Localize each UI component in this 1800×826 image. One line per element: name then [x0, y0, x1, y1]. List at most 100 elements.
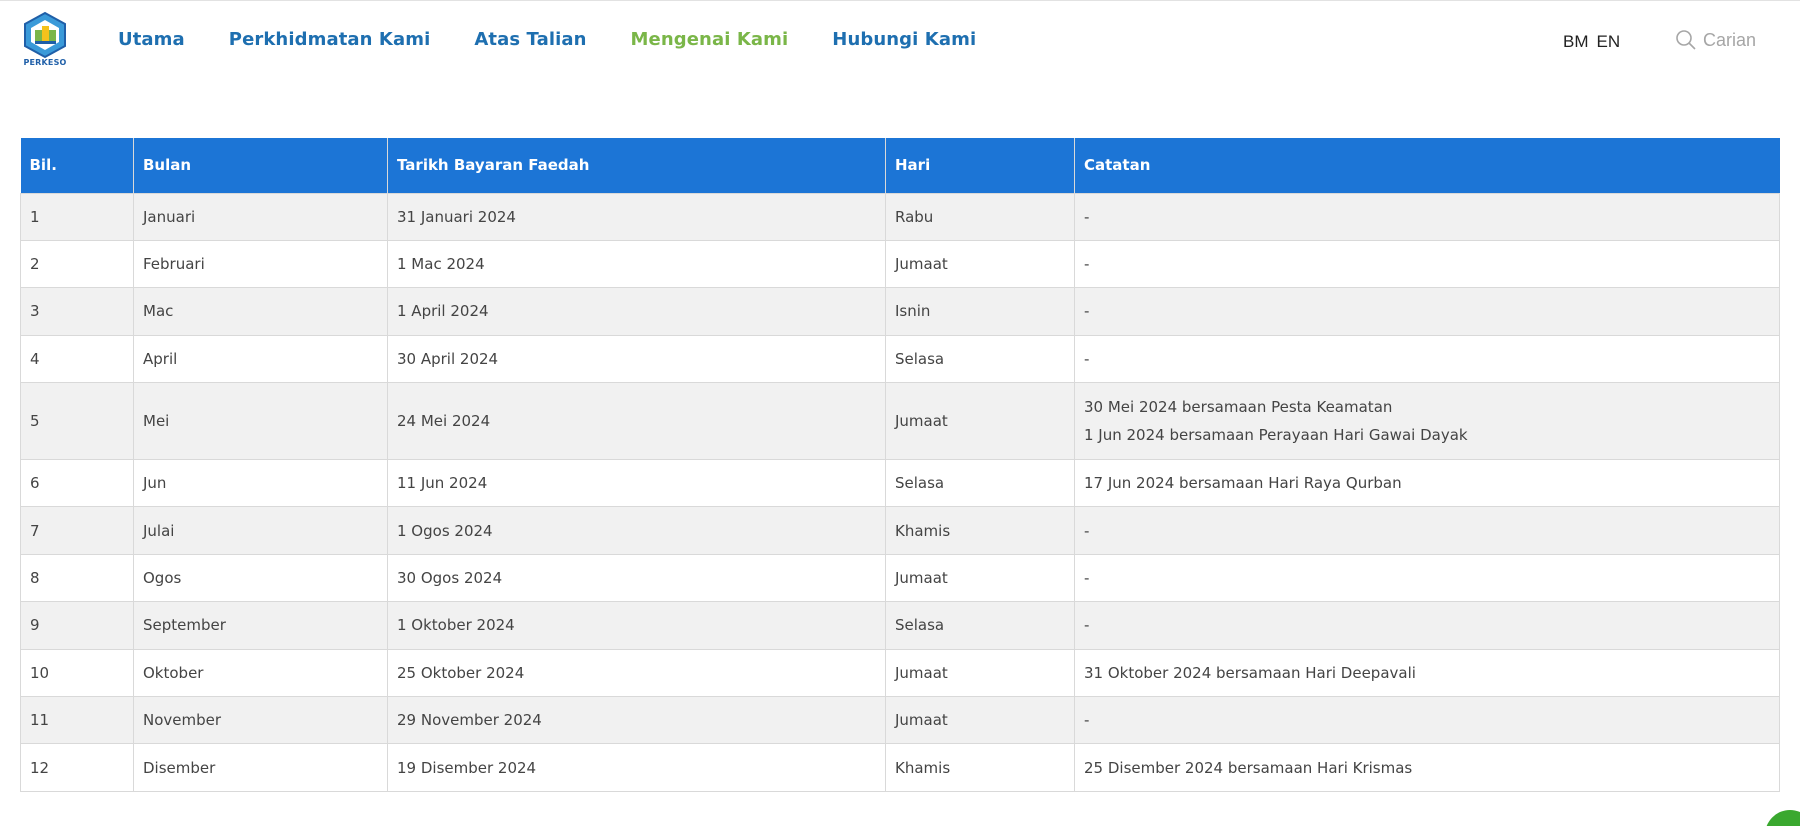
cell-hari: Khamis [885, 743, 1075, 792]
payment-schedule-table: Bil. Bulan Tarikh Bayaran Faedah Hari Ca… [20, 138, 1780, 792]
cell-catatan: - [1074, 287, 1780, 336]
cell-bil: 8 [20, 553, 134, 603]
cell-hari: Selasa [885, 334, 1075, 384]
cell-bulan: Disember [133, 743, 388, 792]
cell-hari: Jumaat [885, 382, 1075, 461]
catatan-line: - [1084, 521, 1090, 540]
catatan-line: - [1084, 207, 1090, 226]
cell-catatan: - [1074, 601, 1780, 650]
cell-catatan: - [1074, 192, 1780, 241]
logo-emblem-icon [24, 11, 66, 59]
cell-catatan: 25 Disember 2024 bersamaan Hari Krismas [1074, 743, 1780, 792]
catatan-line: - [1084, 302, 1090, 321]
table-header: Bil. Bulan Tarikh Bayaran Faedah Hari Ca… [20, 138, 1780, 193]
cell-bil: 1 [20, 192, 134, 241]
cell-bil: 10 [20, 648, 134, 698]
table-row: 12 Disember 19 Disember 2024 Khamis 25 Disem… [20, 743, 1780, 792]
nav-atas-talian[interactable]: Atas Talian [474, 29, 586, 50]
catatan-line: - [1084, 349, 1090, 368]
catatan-line: 30 Mei 2024 bersamaan Pesta Keamatan [1084, 398, 1393, 417]
catatan-line: - [1084, 569, 1090, 588]
header-catatan: Catatan [1074, 138, 1780, 193]
cell-tarikh: 1 April 2024 [387, 287, 886, 336]
catatan-line: - [1084, 616, 1090, 635]
search-input[interactable] [1703, 29, 1800, 51]
cell-catatan: - [1074, 239, 1780, 289]
cell-tarikh: 29 November 2024 [387, 696, 886, 745]
cell-bulan: September [133, 601, 388, 650]
site-header: PERKESO Utama Perkhidmatan Kami Atas Tal… [0, 1, 1800, 81]
chat-widget-button[interactable] [1765, 810, 1800, 826]
language-switcher: BM EN [1563, 32, 1628, 52]
cell-hari: Khamis [885, 506, 1075, 555]
cell-catatan: - [1074, 696, 1780, 745]
lang-en-link[interactable]: EN [1597, 32, 1621, 51]
cell-tarikh: 11 Jun 2024 [387, 459, 886, 508]
cell-tarikh: 30 April 2024 [387, 334, 886, 384]
cell-tarikh: 19 Disember 2024 [387, 743, 886, 792]
table-row: 3 Mac 1 April 2024 Isnin - [20, 287, 1780, 336]
cell-bulan: Julai [133, 506, 388, 555]
cell-bulan: November [133, 696, 388, 745]
cell-bil: 2 [20, 239, 134, 289]
cell-bil: 4 [20, 334, 134, 384]
perkeso-logo[interactable]: PERKESO [22, 11, 68, 69]
catatan-line: 31 Oktober 2024 bersamaan Hari Deepavali [1084, 663, 1416, 682]
catatan-line: 1 Jun 2024 bersamaan Perayaan Hari Gawai… [1084, 426, 1468, 445]
nav-hubungi-kami[interactable]: Hubungi Kami [832, 29, 976, 50]
catatan-line: 17 Jun 2024 bersamaan Hari Raya Qurban [1084, 474, 1402, 493]
header-bil: Bil. [20, 138, 134, 193]
table-row: 7 Julai 1 Ogos 2024 Khamis - [20, 506, 1780, 555]
cell-hari: Jumaat [885, 239, 1075, 289]
cell-hari: Jumaat [885, 553, 1075, 603]
table-row: 10 Oktober 25 Oktober 2024 Jumaat 31 Oktober… [20, 648, 1780, 698]
table-body: 1 Januari 31 Januari 2024 Rabu -2 Februari 1 M… [20, 192, 1780, 792]
cell-bil: 3 [20, 287, 134, 336]
logo-text: PERKESO [23, 58, 67, 67]
cell-catatan: - [1074, 334, 1780, 384]
cell-tarikh: 1 Ogos 2024 [387, 506, 886, 555]
main-nav: Utama Perkhidmatan Kami Atas Talian Meng… [118, 29, 1020, 50]
cell-bil: 7 [20, 506, 134, 555]
cell-bulan: Mac [133, 287, 388, 336]
table-row: 9 September 1 Oktober 2024 Selasa - [20, 601, 1780, 650]
cell-catatan: 30 Mei 2024 bersamaan Pesta Keamatan 1 Ju… [1074, 382, 1780, 461]
cell-bil: 9 [20, 601, 134, 650]
cell-catatan: - [1074, 553, 1780, 603]
cell-hari: Jumaat [885, 648, 1075, 698]
nav-mengenai-kami[interactable]: Mengenai Kami [631, 29, 789, 50]
cell-bil: 12 [20, 743, 134, 792]
cell-bulan: Februari [133, 239, 388, 289]
table-row: 6 Jun 11 Jun 2024 Selasa 17 Jun 2024 bersama… [20, 459, 1780, 508]
header-tarikh: Tarikh Bayaran Faedah [387, 138, 886, 193]
search-icon[interactable] [1675, 29, 1697, 51]
cell-tarikh: 1 Mac 2024 [387, 239, 886, 289]
cell-bulan: Januari [133, 192, 388, 241]
table-row: 2 Februari 1 Mac 2024 Jumaat - [20, 239, 1780, 289]
table-row: 5 Mei 24 Mei 2024 Jumaat 30 Mei 2024 bersama… [20, 382, 1780, 461]
cell-bil: 5 [20, 382, 134, 461]
nav-perkhidmatan-kami[interactable]: Perkhidmatan Kami [229, 29, 431, 50]
cell-hari: Rabu [885, 192, 1075, 241]
cell-catatan: 17 Jun 2024 bersamaan Hari Raya Qurban [1074, 459, 1780, 508]
table-row: 11 November 29 November 2024 Jumaat - [20, 696, 1780, 745]
cell-bulan: Mei [133, 382, 388, 461]
lang-bm-link[interactable]: BM [1563, 32, 1589, 51]
header-hari: Hari [885, 138, 1075, 193]
catatan-line: - [1084, 711, 1090, 730]
catatan-line: 25 Disember 2024 bersamaan Hari Krismas [1084, 758, 1413, 777]
cell-bulan: Ogos [133, 553, 388, 603]
cell-tarikh: 24 Mei 2024 [387, 382, 886, 461]
cell-bulan: Jun [133, 459, 388, 508]
search-box [1675, 29, 1800, 51]
cell-tarikh: 31 Januari 2024 [387, 192, 886, 241]
table-row: 8 Ogos 30 Ogos 2024 Jumaat - [20, 553, 1780, 603]
cell-bil: 11 [20, 696, 134, 745]
table-row: 4 April 30 April 2024 Selasa - [20, 334, 1780, 384]
cell-hari: Selasa [885, 459, 1075, 508]
cell-catatan: - [1074, 506, 1780, 555]
nav-utama[interactable]: Utama [118, 29, 185, 50]
cell-tarikh: 1 Oktober 2024 [387, 601, 886, 650]
cell-bil: 6 [20, 459, 134, 508]
cell-hari: Isnin [885, 287, 1075, 336]
